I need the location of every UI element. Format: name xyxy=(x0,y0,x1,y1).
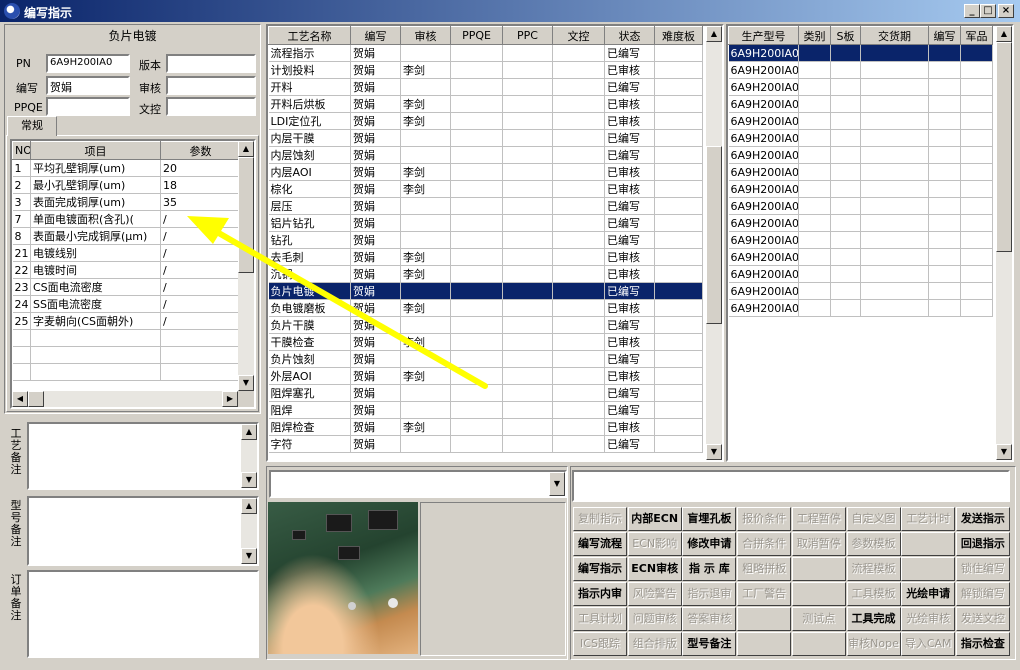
tab-general[interactable]: 常规 xyxy=(7,116,57,136)
annotation-arrow xyxy=(187,216,488,389)
